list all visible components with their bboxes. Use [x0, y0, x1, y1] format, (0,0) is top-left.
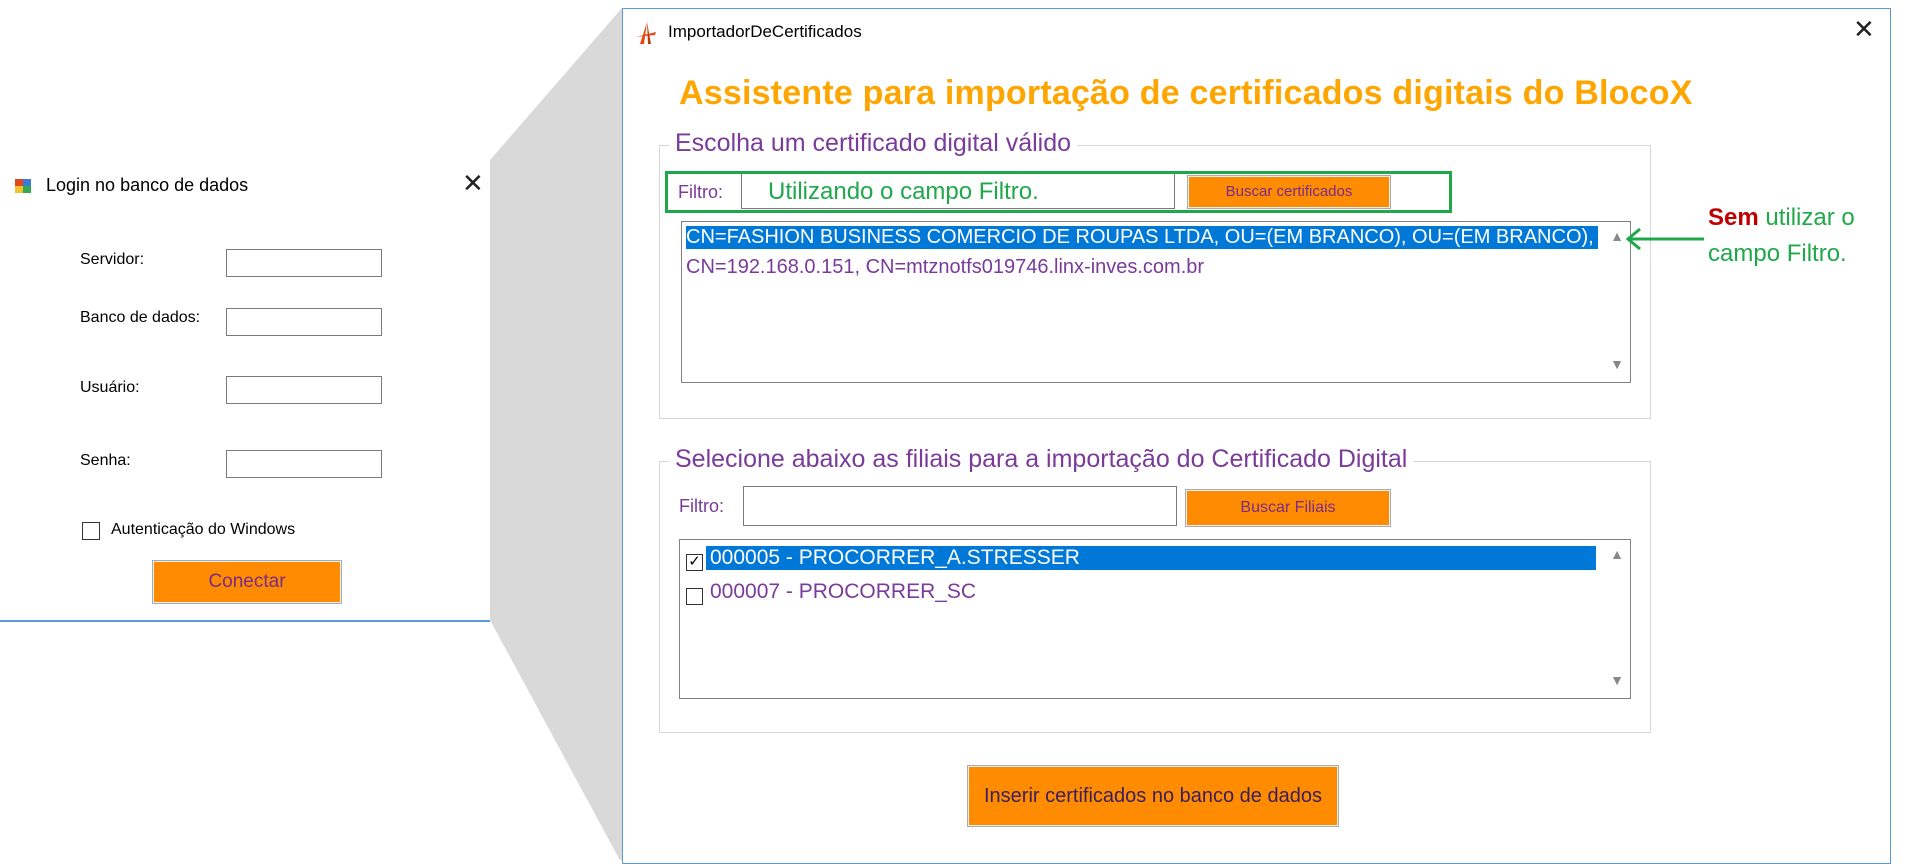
- login-title: Login no banco de dados: [46, 175, 249, 195]
- branches-list[interactable]: ✓ 000005 - PROCORRER_A.STRESSER 000007 -…: [679, 539, 1631, 699]
- window-title: ImportadorDeCertificados: [668, 22, 862, 41]
- servidor-label: Servidor:: [80, 251, 145, 268]
- annotation-line2: campo Filtro.: [1708, 240, 1847, 267]
- close-icon[interactable]: ✕: [1853, 16, 1875, 42]
- database-app-icon: [15, 179, 31, 193]
- scroll-down-icon[interactable]: ▼: [1610, 356, 1624, 372]
- certificates-list[interactable]: CN=FASHION BUSINESS COMERCIO DE ROUPAS L…: [681, 221, 1631, 383]
- branch-checkbox[interactable]: [686, 588, 703, 605]
- page-title: Assistente para importação de certificad…: [679, 74, 1693, 112]
- list-item[interactable]: CN=192.168.0.151, CN=mtznotfs019746.linx…: [686, 256, 1204, 279]
- insert-certificates-button[interactable]: Inserir certificados no banco de dados: [967, 765, 1339, 827]
- arrow-left-icon: [1625, 227, 1704, 251]
- side-annotation: Sem utilizar o campo Filtro.: [1708, 200, 1855, 272]
- banco-label: Banco de dados:: [80, 309, 201, 326]
- window-border: [0, 620, 490, 622]
- senha-label: Senha:: [80, 452, 131, 469]
- list-item[interactable]: 000007 - PROCORRER_SC: [710, 580, 976, 604]
- close-icon[interactable]: ✕: [462, 170, 484, 196]
- usuario-label: Usuário:: [80, 379, 140, 396]
- annotation-line1: utilizar o: [1758, 204, 1855, 231]
- branches-filter-label: Filtro:: [679, 496, 724, 516]
- filter-highlight-box: [665, 171, 1452, 213]
- branch-checkbox[interactable]: ✓: [686, 554, 703, 571]
- senha-input[interactable]: [226, 450, 382, 478]
- importer-window: ImportadorDeCertificados ✕ Assistente pa…: [622, 8, 1891, 864]
- banco-input[interactable]: [226, 308, 382, 336]
- scroll-up-icon[interactable]: ▲: [1610, 228, 1624, 244]
- scroll-up-icon[interactable]: ▲: [1610, 546, 1624, 562]
- branches-group-legend: Selecione abaixo as filiais para a impor…: [669, 445, 1414, 474]
- usuario-input[interactable]: [226, 376, 382, 404]
- search-branches-button[interactable]: Buscar Filiais: [1185, 489, 1391, 527]
- windows-auth-checkbox[interactable]: [82, 522, 100, 540]
- list-item[interactable]: 000005 - PROCORRER_A.STRESSER: [706, 546, 1596, 570]
- app-logo-icon: [636, 22, 656, 44]
- login-window: Login no banco de dados ✕ Servidor: Banc…: [0, 160, 490, 622]
- scroll-down-icon[interactable]: ▼: [1610, 672, 1624, 688]
- servidor-input[interactable]: [226, 249, 382, 277]
- branches-filter-input[interactable]: [743, 486, 1177, 526]
- certificates-group-legend: Escolha um certificado digital válido: [669, 129, 1078, 158]
- annotation-emphasis: Sem: [1708, 204, 1759, 231]
- connect-button[interactable]: Conectar: [152, 560, 342, 604]
- list-item[interactable]: CN=FASHION BUSINESS COMERCIO DE ROUPAS L…: [686, 226, 1630, 249]
- windows-auth-label: Autenticação do Windows: [111, 521, 296, 538]
